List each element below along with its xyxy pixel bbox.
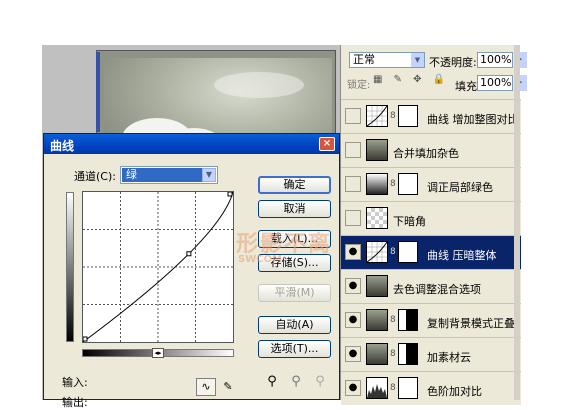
link-icon[interactable]: 8 <box>390 247 396 257</box>
curves-thumbnail-icon <box>366 241 388 263</box>
curve-control-point[interactable] <box>186 251 192 257</box>
levels-thumbnail-icon <box>366 377 388 399</box>
layer-name: 曲线 增加整图对比 <box>427 113 519 126</box>
opacity-input[interactable]: 100% <box>477 52 513 68</box>
photo-thumbnail-icon <box>366 309 388 331</box>
layer-mask-thumbnail[interactable] <box>398 241 418 263</box>
gray-eyedropper-icon[interactable]: ⚲ <box>288 374 304 390</box>
gradient-thumbnail-icon <box>366 173 388 195</box>
lock-label: 锁定: <box>347 80 371 91</box>
visibility-eye-icon[interactable]: ● <box>345 312 361 328</box>
close-icon[interactable]: × <box>319 137 335 151</box>
blend-mode-value: 正常 <box>353 53 375 66</box>
page-margin-left <box>0 45 42 400</box>
visibility-eye-icon[interactable]: ● <box>345 278 361 294</box>
dialog-title: 曲线 <box>50 139 75 153</box>
layer-mask-thumbnail[interactable] <box>398 343 418 365</box>
white-eyedropper-icon[interactable]: ⚲ <box>312 374 328 390</box>
transparent-thumbnail-icon <box>366 207 388 229</box>
visibility-eye-icon[interactable]: ● <box>345 346 361 362</box>
curve-control-point[interactable] <box>227 191 233 197</box>
visibility-eye-icon[interactable] <box>345 210 361 226</box>
options-button[interactable]: 选项(T)... <box>258 340 331 358</box>
curves-dialog: 曲线 × 通道(C): 绿 ▼ ◂▸ 输入: 输出: ∿ ✎ 确定 取消 载入(… <box>43 133 340 409</box>
page-margin-top <box>0 0 567 45</box>
layer-name: 色阶加对比 <box>427 385 482 398</box>
ok-button[interactable]: 确定 <box>258 176 331 194</box>
curve-tool-icon[interactable]: ∿ <box>196 378 216 396</box>
output-label: 输出: <box>62 396 88 409</box>
layer-row[interactable]: 8 调正局部绿色 <box>341 167 521 201</box>
dialog-titlebar[interactable]: 曲线 × <box>44 134 339 154</box>
photo-thumbnail-icon <box>366 139 388 161</box>
blend-mode-select[interactable]: 正常 ▼ <box>349 52 425 68</box>
link-icon[interactable]: 8 <box>390 315 396 325</box>
layer-mask-thumbnail[interactable] <box>398 105 418 127</box>
layer-row[interactable]: 合并填加杂色 <box>341 133 521 167</box>
visibility-eye-icon[interactable] <box>345 108 361 124</box>
layer-mask-thumbnail[interactable] <box>398 309 418 331</box>
visibility-eye-icon[interactable]: ● <box>345 380 361 396</box>
layer-name: 合并填加杂色 <box>393 147 459 160</box>
channel-value: 绿 <box>122 168 202 182</box>
channel-label: 通道(C): <box>74 170 116 183</box>
layer-row[interactable]: ● 8 加素材云 <box>341 337 521 371</box>
layer-name: 复制背景模式正叠 <box>427 317 515 330</box>
smooth-button[interactable]: 平滑(M) <box>258 284 331 302</box>
layer-row[interactable]: ● 8 曲线 压暗整体 <box>341 235 521 269</box>
curve-line <box>82 191 234 343</box>
layer-row[interactable]: ● 8 复制背景模式正叠 <box>341 303 521 337</box>
watermark-sub: SWCOM <box>238 254 283 265</box>
layer-mask-thumbnail[interactable] <box>398 173 418 195</box>
layer-mask-thumbnail[interactable] <box>398 377 418 399</box>
curve-graph-svg <box>82 191 234 343</box>
pencil-tool-icon[interactable]: ✎ <box>218 378 238 396</box>
visibility-eye-icon[interactable]: ● <box>345 244 361 260</box>
layer-name: 加素材云 <box>427 351 471 364</box>
output-gradient-bar <box>66 192 74 342</box>
fill-input[interactable]: 100% <box>477 75 513 91</box>
layer-name: 曲线 压暗整体 <box>427 249 497 262</box>
visibility-eye-icon[interactable] <box>345 142 361 158</box>
link-icon[interactable]: 8 <box>390 349 396 359</box>
curves-thumbnail-icon <box>366 105 388 127</box>
visibility-eye-icon[interactable] <box>345 176 361 192</box>
black-eyedropper-icon[interactable]: ⚲ <box>264 374 280 390</box>
chevron-down-icon[interactable]: ▼ <box>202 168 216 182</box>
input-label: 输入: <box>62 376 88 389</box>
layer-name: 调正局部绿色 <box>427 181 493 194</box>
document-edge <box>96 52 100 132</box>
layer-row[interactable]: ● 去色调整混合选项 <box>341 269 521 303</box>
lock-icons[interactable]: ▦ ✎ ✥ 🔒 <box>373 74 449 85</box>
panel-scrollbar[interactable] <box>514 45 520 400</box>
link-icon[interactable]: 8 <box>390 111 396 121</box>
layer-row[interactable]: 8 曲线 增加整图对比 <box>341 99 521 133</box>
auto-button[interactable]: 自动(A) <box>258 316 331 334</box>
opacity-label: 不透明度: <box>429 56 477 69</box>
curve-control-point[interactable] <box>82 336 88 342</box>
curve-graph[interactable] <box>82 191 234 343</box>
page-margin-right <box>553 0 567 400</box>
gradient-toggle-icon[interactable]: ◂▸ <box>152 348 164 358</box>
photo-thumbnail-icon <box>366 343 388 365</box>
channel-select[interactable]: 绿 ▼ <box>120 166 218 184</box>
cancel-button[interactable]: 取消 <box>258 200 331 218</box>
layers-panel: 正常 ▼ 不透明度: 100% ▸ 锁定: ▦ ✎ ✥ 🔒 填充: 100% ▸… <box>340 45 527 405</box>
layer-name: 去色调整混合选项 <box>393 283 481 296</box>
layer-row[interactable]: 下暗角 <box>341 201 521 235</box>
layer-name: 下暗角 <box>393 215 426 228</box>
link-icon[interactable]: 8 <box>390 179 396 189</box>
chevron-down-icon[interactable]: ▼ <box>411 53 424 67</box>
photo-thumbnail-icon <box>366 275 388 297</box>
link-icon[interactable]: 8 <box>390 383 396 393</box>
